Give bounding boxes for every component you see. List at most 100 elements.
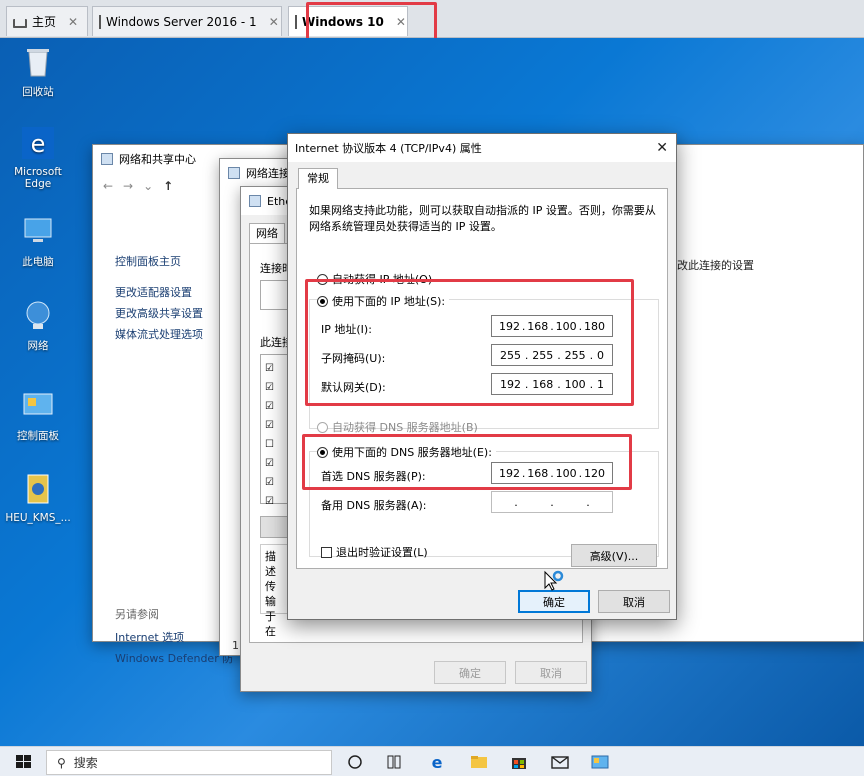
adapter-box — [260, 280, 290, 310]
gateway-label: 默认网关(D): — [321, 381, 386, 394]
octet: 100 — [555, 466, 577, 480]
auto-ip-radio[interactable]: 自动获得 IP 地址(O) — [317, 271, 432, 287]
kms-tool-icon — [27, 474, 49, 504]
manual-dns-radio[interactable]: 使用下面的 DNS 服务器地址(E): — [317, 444, 496, 460]
change-connection-link[interactable]: 改此连接的设置 — [677, 257, 754, 273]
item-count: 1 — [232, 639, 239, 652]
install-button[interactable] — [260, 516, 290, 538]
control-panel-icon[interactable] — [591, 753, 609, 771]
search-icon: ⚲ — [57, 755, 66, 770]
octet: 0 — [596, 348, 604, 362]
edge-icon: e — [22, 127, 54, 159]
dialog-title: Internet 协议版本 4 (TCP/IPv4) 属性 — [295, 142, 482, 155]
see-also-label: 另请参阅 — [115, 608, 159, 621]
ipv4-properties-dialog: Internet 协议版本 4 (TCP/IPv4) 属性 ✕ 常规 如果网络支… — [287, 133, 677, 620]
close-icon[interactable]: ✕ — [68, 15, 78, 29]
close-icon[interactable]: ✕ — [269, 15, 279, 29]
vm-icon — [99, 14, 101, 29]
left-link[interactable]: 更改高级共享设置 — [115, 303, 203, 324]
network-center-icon — [101, 153, 113, 165]
subnet-mask-field[interactable]: 255. 255. 255. 0 — [491, 344, 613, 366]
edge-icon[interactable]: e — [428, 753, 446, 771]
tab-home[interactable]: 主页 ✕ — [6, 6, 88, 36]
desktop-icon-network[interactable]: 网络 — [1, 298, 75, 353]
tab-windows-10[interactable]: Windows 10 ✕ — [288, 6, 408, 36]
cancel-button[interactable]: 取消 — [515, 661, 587, 684]
octet-separator: . — [514, 495, 518, 509]
description-label: 描述 — [265, 550, 276, 578]
checkbox-label: 退出时验证设置(L) — [336, 546, 428, 559]
see-also-link[interactable]: Windows Defender 防 — [115, 648, 233, 669]
desktop-icon-recycle-bin[interactable]: 回收站 — [1, 44, 75, 99]
advanced-button[interactable]: 高级(V)... — [571, 544, 657, 567]
nav-arrows[interactable]: ←→⌄↑ — [103, 179, 183, 193]
left-nav: 控制面板主页 更改适配器设置 更改高级共享设置 媒体流式处理选项 — [115, 251, 203, 345]
left-link[interactable]: 更改适配器设置 — [115, 282, 203, 303]
desktop-icon-edge[interactable]: e Microsoft Edge — [1, 126, 75, 190]
tab-label: Windows Server 2016 - 1 — [106, 14, 257, 29]
ip-address-field[interactable]: 192. 168. 100. 180 — [491, 315, 613, 337]
home-icon — [13, 19, 27, 28]
alternate-dns-label: 备用 DNS 服务器(A): — [321, 499, 427, 512]
octet: 1 — [596, 377, 604, 391]
radio-icon — [317, 421, 328, 433]
ethernet-icon — [249, 195, 261, 207]
taskbar-search-box[interactable]: ⚲ 搜索 — [46, 750, 332, 775]
network-icon — [26, 301, 50, 329]
radio-icon — [317, 273, 328, 285]
general-panel: 如果网络支持此功能，则可以获取自动指派的 IP 设置。否则，你需要从网络系统管理… — [296, 188, 668, 569]
start-button[interactable] — [16, 755, 32, 770]
control-panel-icon — [23, 393, 53, 415]
desktop-icon-label: 此电脑 — [22, 256, 54, 268]
manual-ip-radio[interactable]: 使用下面的 IP 地址(S): — [317, 293, 450, 309]
desktop-icon-control-panel[interactable]: 控制面板 — [1, 388, 75, 443]
tab-label: Windows 10 — [302, 14, 384, 29]
radio-icon — [317, 295, 328, 307]
timeline-icon[interactable] — [385, 753, 403, 771]
alternate-dns-field[interactable]: ... — [491, 491, 613, 513]
busy-cursor-icon — [544, 570, 564, 591]
description-group: 描述 传输 于在 — [260, 544, 290, 638]
cancel-button[interactable]: 取消 — [598, 590, 670, 613]
window-title: 网络连接 — [246, 167, 290, 180]
ok-button[interactable]: 确定 — [434, 661, 506, 684]
octet: 120 — [583, 466, 605, 480]
file-explorer-icon[interactable] — [470, 753, 488, 771]
description-line: 于在 — [265, 610, 276, 638]
svg-text:e: e — [31, 130, 46, 158]
vm-icon — [295, 14, 297, 29]
octet: 180 — [583, 319, 605, 333]
svg-text:e: e — [432, 753, 443, 771]
preferred-dns-label: 首选 DNS 服务器(P): — [321, 470, 426, 483]
tab-windows-server[interactable]: Windows Server 2016 - 1 ✕ — [92, 6, 282, 36]
octet: 192 — [498, 319, 520, 333]
checkbox-icon — [321, 546, 332, 558]
see-also-link[interactable]: Internet 选项 — [115, 627, 233, 648]
tab-general[interactable]: 常规 — [298, 168, 338, 189]
auto-dns-radio[interactable]: 自动获得 DNS 服务器地址(B) — [317, 419, 478, 435]
close-icon[interactable]: ✕ — [656, 140, 668, 156]
store-icon[interactable] — [510, 753, 528, 771]
desktop-icon-heu-kms[interactable]: HEU_KMS_... — [1, 472, 75, 524]
preferred-dns-field[interactable]: 192. 168. 100. 120 — [491, 462, 613, 484]
octet: 255 — [499, 348, 521, 362]
gateway-field[interactable]: 192. 168. 100. 1 — [491, 373, 613, 395]
mail-icon[interactable] — [551, 753, 569, 771]
validate-checkbox[interactable]: 退出时验证设置(L) — [321, 544, 428, 560]
ip-address-label: IP 地址(I): — [321, 323, 372, 336]
desktop-icon-label: 回收站 — [22, 86, 54, 98]
window-title: 网络和共享中心 — [119, 153, 196, 166]
task-view-icon[interactable] — [346, 753, 364, 771]
left-link[interactable]: 控制面板主页 — [115, 251, 203, 272]
close-icon[interactable]: ✕ — [396, 15, 406, 29]
octet: 168 — [527, 319, 549, 333]
desktop-icon-this-pc[interactable]: 此电脑 — [1, 214, 75, 269]
left-link[interactable]: 媒体流式处理选项 — [115, 324, 203, 345]
network-connections-icon — [228, 167, 240, 179]
taskbar: ⚲ 搜索 e — [0, 746, 864, 776]
desktop-icon-label: HEU_KMS_... — [5, 512, 71, 524]
radio-label: 自动获得 DNS 服务器地址(B) — [332, 421, 478, 434]
desktop-icon-label: 控制面板 — [17, 430, 59, 442]
tab-network[interactable]: 网络 — [249, 223, 285, 244]
octet-separator: . — [550, 495, 554, 509]
